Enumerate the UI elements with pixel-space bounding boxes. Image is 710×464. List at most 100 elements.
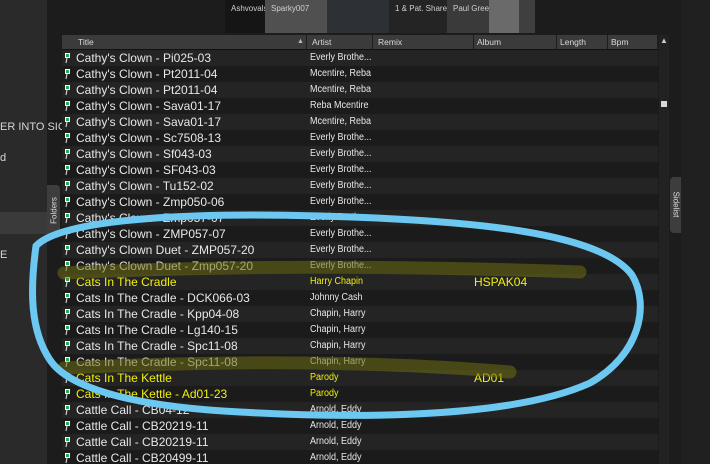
title-cell: Cathy's Clown Duet - ZMP057-20	[76, 243, 255, 257]
column-length[interactable]: Length	[556, 35, 608, 49]
table-row[interactable]: Cathy's Clown - Tu152-02 Everly Brothe...	[62, 178, 658, 194]
artist-cell: Chapin, Harry	[310, 308, 366, 319]
karaoke-track-icon	[65, 341, 70, 351]
table-row[interactable]: Cats In The Cradle - Spc11-08 Chapin, Har…	[62, 354, 658, 370]
karaoke-track-icon	[65, 165, 70, 175]
artwork-tile[interactable]	[489, 0, 519, 33]
song-list: Cathy's Clown - Pi025-03 Everly Brothe...…	[62, 50, 658, 464]
karaoke-track-icon	[65, 293, 70, 303]
table-row[interactable]: Cathy's Clown - SF043-03 Everly Brothe...	[62, 162, 658, 178]
artwork-tile-label	[489, 0, 519, 4]
album-cell: HSPAK04	[474, 275, 528, 289]
artist-cell: Parody	[310, 388, 339, 399]
table-row[interactable]: Cattle Call - CB20499-11 Arnold, Eddy	[62, 450, 658, 464]
artwork-tile[interactable]: Ashvovalst	[225, 0, 265, 33]
title-cell: Cathy's Clown - Zmp050-06	[76, 195, 225, 209]
scroll-thumb[interactable]	[661, 101, 667, 107]
karaoke-track-icon	[65, 453, 70, 463]
artist-cell: Everly Brothe...	[310, 228, 372, 239]
title-cell: Cathy's Clown - Zmp057-07	[76, 211, 225, 225]
table-row[interactable]: Cathy's Clown Duet - Zmp057-20 Everly Bro…	[62, 258, 658, 274]
column-bpm[interactable]: Bpm	[607, 35, 658, 49]
artwork-tile[interactable]	[519, 0, 535, 33]
table-header: Title ▲ Artist Remix Album Length Bpm	[62, 35, 658, 50]
title-cell: Cathy's Clown - ZMP057-07	[76, 227, 226, 241]
artwork-tile[interactable]	[327, 0, 389, 33]
artwork-tile[interactable]: 1 & Pat. Shareprint	[389, 0, 447, 33]
artwork-tile[interactable]: Sparky007	[265, 0, 327, 33]
karaoke-track-icon	[65, 85, 70, 95]
artist-cell: Chapin, Harry	[310, 356, 366, 367]
title-cell: Cattle Call - CB04-12	[76, 403, 190, 417]
karaoke-track-icon	[65, 69, 70, 79]
album-cell: AD01	[474, 371, 505, 385]
table-row[interactable]: Cattle Call - CB20219-11 Arnold, Eddy	[62, 418, 658, 434]
artist-cell: Arnold, Eddy	[310, 436, 362, 447]
table-row[interactable]: Cathy's Clown - Pt2011-04 Mcentire, Reba	[62, 66, 658, 82]
table-row[interactable]: Cattle Call - CB20219-11 Arnold, Eddy	[62, 434, 658, 450]
karaoke-track-icon	[65, 101, 70, 111]
karaoke-track-icon	[65, 405, 70, 415]
artist-cell: Harry Chapin	[310, 276, 364, 287]
artist-cell: Arnold, Eddy	[310, 404, 362, 415]
table-row[interactable]: Cats In The Cradle Harry Chapin HSPAK04	[62, 274, 658, 290]
vertical-scrollbar[interactable]: ▲	[659, 35, 669, 464]
title-cell: Cats In The Cradle - Spc11-08	[76, 355, 238, 369]
column-remix[interactable]: Remix	[374, 35, 474, 49]
table-row[interactable]: Cats In The Cradle - Kpp04-08 Chapin, Har…	[62, 306, 658, 322]
column-artist[interactable]: Artist	[308, 35, 373, 49]
table-row[interactable]: Cathy's Clown - Sava01-17 Mcentire, Reba	[62, 114, 658, 130]
table-row[interactable]: Cats In The Cradle - Spc11-08 Chapin, Har…	[62, 338, 658, 354]
folders-tab[interactable]: Folders	[47, 185, 60, 235]
artist-cell: Arnold, Eddy	[310, 452, 362, 463]
table-row[interactable]: Cats In The Kettle - Ad01-23 Parody	[62, 386, 658, 402]
table-row[interactable]: Cattle Call - CB04-12 Arnold, Eddy	[62, 402, 658, 418]
artist-cell: Everly Brothe...	[310, 180, 372, 191]
column-album[interactable]: Album	[473, 35, 557, 49]
left-panel-text-3[interactable]: E	[0, 249, 7, 261]
title-cell: Cats In The Kettle	[76, 371, 172, 385]
artist-cell: Reba Mcentire	[310, 100, 369, 111]
karaoke-track-icon	[65, 149, 70, 159]
karaoke-track-icon	[65, 437, 70, 447]
table-row[interactable]: Cathy's Clown - Zmp057-07 Everly Brothe..…	[62, 210, 658, 226]
table-row[interactable]: Cats In The Cradle - DCK066-03 Johnny Cas…	[62, 290, 658, 306]
karaoke-track-icon	[65, 245, 70, 255]
left-panel-text-2[interactable]: d	[0, 152, 6, 164]
sidelist-tab[interactable]: Sidelist	[670, 177, 681, 233]
artwork-tile-label: Ashvovalst	[231, 4, 265, 13]
table-row[interactable]: Cathy's Clown - Pi025-03 Everly Brothe...	[62, 50, 658, 66]
title-cell: Cathy's Clown - Sc7508-13	[76, 131, 222, 145]
title-cell: Cattle Call - CB20219-11	[76, 435, 209, 449]
artist-cell: Arnold, Eddy	[310, 420, 362, 431]
title-cell: Cats In The Cradle - DCK066-03	[76, 291, 250, 305]
title-cell: Cathy's Clown - SF043-03	[76, 163, 216, 177]
artist-cell: Johnny Cash	[310, 292, 363, 303]
scroll-up-icon[interactable]: ▲	[659, 35, 669, 47]
table-row[interactable]: Cathy's Clown - Sc7508-13 Everly Brothe..…	[62, 130, 658, 146]
artwork-tile[interactable]: Paul Greenstein	[447, 0, 489, 33]
column-title[interactable]: Title	[74, 35, 307, 49]
table-row[interactable]: Cathy's Clown - Pt2011-04 Mcentire, Reba	[62, 82, 658, 98]
table-row[interactable]: Cathy's Clown - Sf043-03 Everly Brothe...	[62, 146, 658, 162]
title-cell: Cats In The Cradle - Spc11-08	[76, 339, 238, 353]
table-row[interactable]: Cats In The Cradle - Lg140-15 Chapin, Har…	[62, 322, 658, 338]
table-row[interactable]: Cathy's Clown - ZMP057-07 Everly Brothe..…	[62, 226, 658, 242]
left-panel: ER INTO SIG d E	[0, 0, 66, 464]
artist-cell: Everly Brothe...	[310, 148, 372, 159]
sidelist-tab-label: Sidelist	[671, 191, 681, 218]
karaoke-track-icon	[65, 197, 70, 207]
artist-cell: Chapin, Harry	[310, 340, 366, 351]
artist-cell: Mcentire, Reba	[310, 68, 372, 79]
left-panel-text-1[interactable]: ER INTO SIG	[0, 121, 66, 133]
table-row[interactable]: Cats In The Kettle Parody AD01	[62, 370, 658, 386]
left-panel-selected-item[interactable]	[0, 212, 47, 234]
karaoke-track-icon	[65, 133, 70, 143]
artist-cell: Mcentire, Reba	[310, 116, 372, 127]
karaoke-track-icon	[65, 53, 70, 63]
table-row[interactable]: Cathy's Clown Duet - ZMP057-20 Everly Bro…	[62, 242, 658, 258]
right-margin	[681, 0, 710, 464]
table-row[interactable]: Cathy's Clown - Zmp050-06 Everly Brothe..…	[62, 194, 658, 210]
artwork-tile-label: Sparky007	[271, 4, 310, 13]
table-row[interactable]: Cathy's Clown - Sava01-17 Reba Mcentire	[62, 98, 658, 114]
